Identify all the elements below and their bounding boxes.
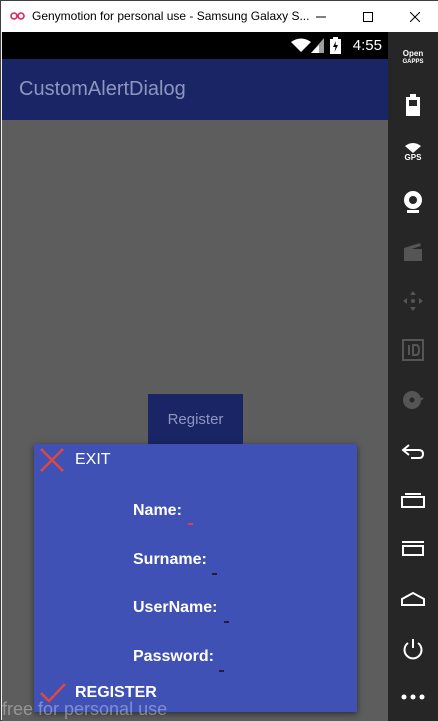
genymotion-window: Genymotion for personal use - Samsung Ga… [0, 0, 438, 721]
gps-signal-icon [405, 142, 421, 153]
more-dots-icon [401, 694, 425, 700]
screencast-button[interactable] [388, 232, 438, 272]
battery-button[interactable] [388, 85, 438, 125]
opengapps-line2: GAPPS [402, 59, 424, 65]
close-button[interactable] [392, 1, 438, 32]
password-input[interactable] [217, 650, 277, 668]
back-arrow-icon [401, 444, 425, 459]
minimize-button[interactable] [298, 1, 344, 32]
custom-alert-dialog: EXIT Name: Surname: UserName: Password: … [34, 444, 357, 712]
webcam-icon [404, 191, 422, 213]
watermark-text: free for personal use [2, 699, 168, 719]
disk-icon [403, 391, 424, 409]
remote-control-button[interactable] [388, 281, 438, 321]
exit-button[interactable]: EXIT [39, 446, 111, 474]
username-label: UserName: [133, 599, 218, 616]
maximize-icon [363, 11, 373, 22]
maximize-button[interactable] [345, 1, 391, 32]
home-button[interactable] [388, 579, 438, 619]
opengapps-button[interactable]: Open GAPPS [388, 38, 438, 78]
battery-icon [406, 94, 420, 116]
android-status-bar: 4:55 [2, 32, 388, 59]
signal-icon [311, 38, 324, 53]
menu-button[interactable] [388, 528, 438, 568]
surname-input[interactable] [210, 553, 270, 571]
opengapps-line1: Open [402, 49, 424, 58]
password-input-underline [219, 670, 224, 672]
name-input-cursor [188, 523, 193, 525]
menu-icon [402, 541, 424, 556]
app-toolbar: CustomAlertDialog [2, 59, 388, 120]
genymotion-toolbar: Open GAPPS GPS [388, 32, 438, 721]
dpad-icon [403, 291, 423, 311]
window-title: Genymotion for personal use - Samsung Ga… [32, 9, 310, 23]
surname-input-underline [212, 573, 217, 575]
more-options-button[interactable] [388, 677, 438, 717]
status-clock: 4:55 [352, 37, 382, 54]
recent-apps-icon [401, 493, 425, 508]
close-icon [410, 11, 420, 22]
clapperboard-icon [404, 243, 422, 261]
webcam-button[interactable] [388, 182, 438, 222]
android-screen: 4:55 CustomAlertDialog Register EXIT Nam… [2, 32, 388, 721]
minimize-icon [316, 16, 326, 17]
surname-label: Surname: [133, 551, 207, 568]
username-input-underline [224, 621, 229, 623]
id-card-icon [402, 339, 424, 361]
battery-charging-icon [330, 37, 341, 54]
device-id-button[interactable] [388, 330, 438, 370]
password-label: Password: [133, 648, 214, 665]
background-register-button: Register [148, 394, 243, 444]
wifi-icon [291, 38, 311, 52]
name-label: Name: [133, 502, 182, 519]
app-title: CustomAlertDialog [19, 78, 186, 100]
window-titlebar[interactable]: Genymotion for personal use - Samsung Ga… [1, 1, 438, 32]
back-button[interactable] [388, 432, 438, 472]
gps-label: GPS [404, 152, 422, 162]
genymotion-logo-icon [10, 12, 25, 20]
exit-label: EXIT [75, 451, 111, 468]
home-icon [401, 591, 425, 606]
power-button[interactable] [388, 629, 438, 669]
disk-io-button[interactable] [388, 380, 438, 420]
close-x-icon [40, 448, 64, 472]
username-input[interactable] [222, 601, 282, 619]
power-icon [403, 639, 423, 660]
gps-button[interactable]: GPS [388, 132, 438, 172]
recent-apps-button[interactable] [388, 480, 438, 520]
name-input[interactable] [186, 504, 246, 522]
